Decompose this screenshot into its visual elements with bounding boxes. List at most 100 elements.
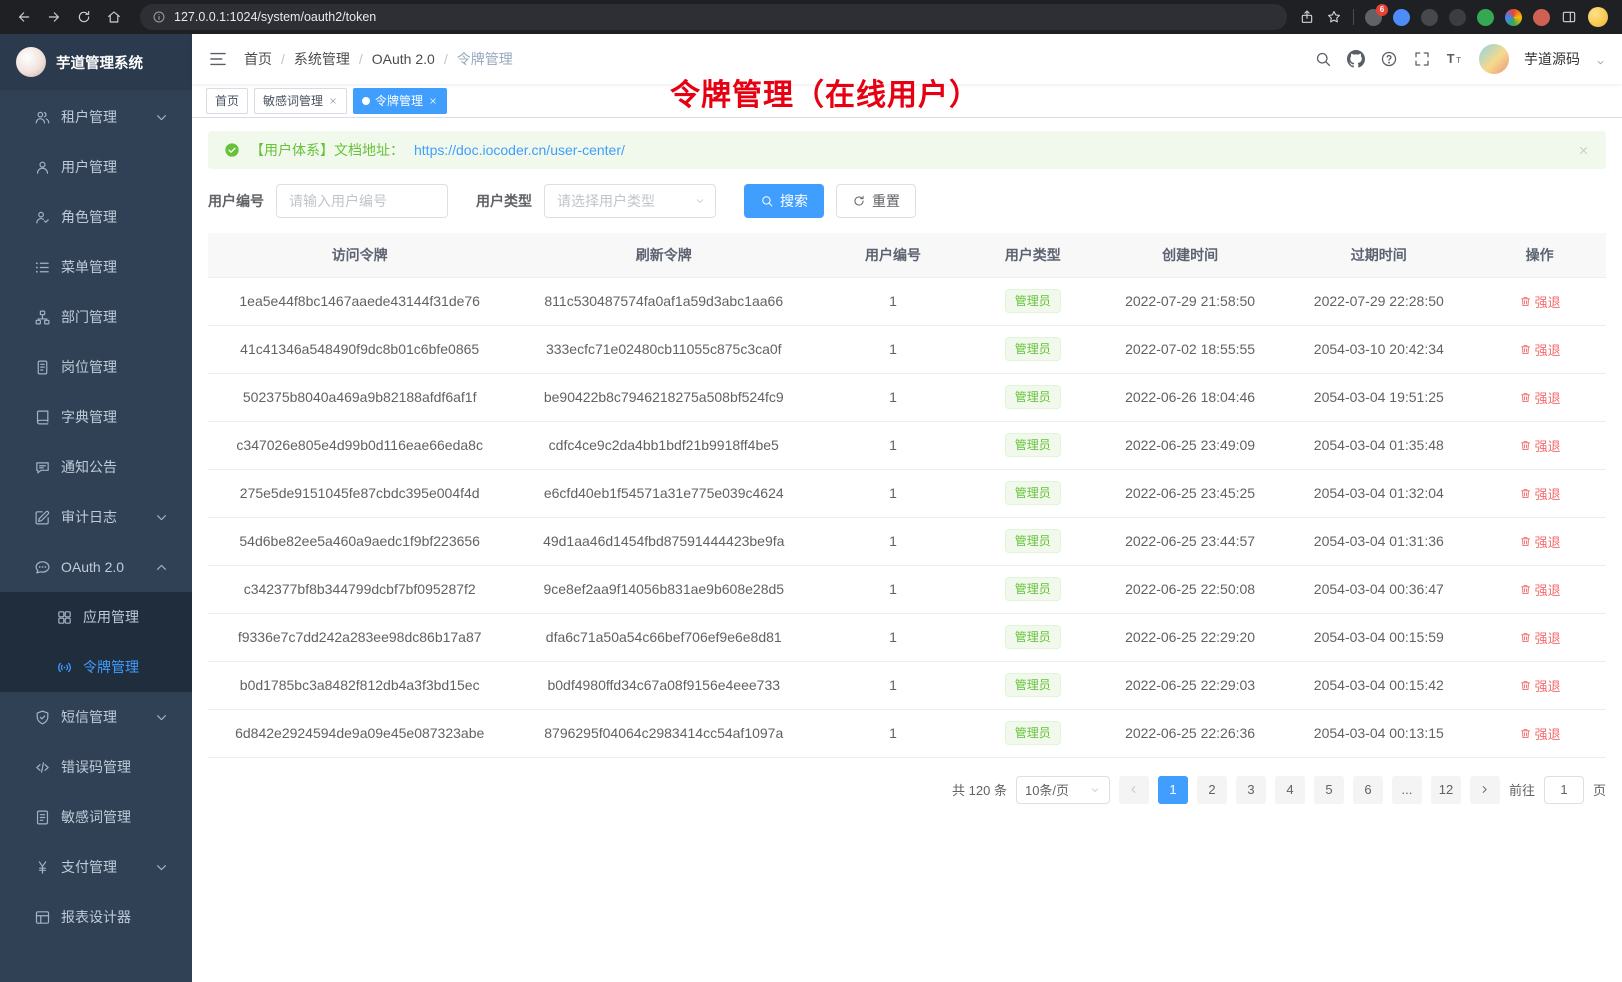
force-logout-button[interactable]: 强退 bbox=[1519, 628, 1561, 647]
fullscreen-icon[interactable] bbox=[1413, 50, 1431, 68]
breadcrumb-item[interactable]: 首页 bbox=[244, 49, 272, 69]
home-button[interactable] bbox=[100, 3, 128, 31]
sidebar-item-tenant[interactable]: 租户管理 bbox=[0, 92, 192, 142]
sidebar-item-report[interactable]: 报表设计器 bbox=[0, 892, 192, 942]
github-icon[interactable] bbox=[1347, 50, 1365, 68]
page-button-1[interactable]: 1 bbox=[1158, 776, 1188, 804]
extension-icon-colorful[interactable] bbox=[1505, 9, 1522, 26]
sidebar-item-role[interactable]: 角色管理 bbox=[0, 192, 192, 242]
jump-page-input[interactable] bbox=[1544, 776, 1584, 804]
force-logout-button[interactable]: 强退 bbox=[1519, 340, 1561, 359]
profile-avatar[interactable] bbox=[1588, 7, 1608, 27]
force-logout-button[interactable]: 强退 bbox=[1519, 580, 1561, 599]
sidebar-item-user[interactable]: 用户管理 bbox=[0, 142, 192, 192]
user-type-badge: 管理员 bbox=[1005, 673, 1061, 697]
split-view-icon[interactable] bbox=[1561, 9, 1577, 25]
reset-button[interactable]: 重置 bbox=[836, 184, 916, 218]
font-size-icon[interactable]: TT bbox=[1446, 50, 1464, 68]
user-id-cell: 1 bbox=[816, 661, 970, 709]
page-button-6[interactable]: 6 bbox=[1353, 776, 1383, 804]
username[interactable]: 芋道源码 bbox=[1524, 49, 1580, 69]
sidebar-item-menu[interactable]: 菜单管理 bbox=[0, 242, 192, 292]
refresh-token-cell: be90422b8c7946218275a508bf524fc9 bbox=[511, 373, 816, 421]
extension-icon-green[interactable] bbox=[1477, 9, 1494, 26]
sidebar-item-post[interactable]: 岗位管理 bbox=[0, 342, 192, 392]
back-button[interactable] bbox=[10, 3, 38, 31]
force-logout-button[interactable]: 强退 bbox=[1519, 292, 1561, 311]
next-page-button[interactable] bbox=[1470, 776, 1500, 804]
tab-close-icon[interactable] bbox=[328, 96, 338, 106]
refresh-token-cell: e6cfd40eb1f54571a31e775e039c4624 bbox=[511, 469, 816, 517]
user-id-input[interactable] bbox=[276, 184, 448, 218]
tab-label: 敏感词管理 bbox=[263, 92, 323, 109]
force-logout-button[interactable]: 强退 bbox=[1519, 532, 1561, 551]
extension-icon-badged[interactable]: 6 bbox=[1365, 9, 1382, 26]
page-button-2[interactable]: 2 bbox=[1197, 776, 1227, 804]
breadcrumb-item[interactable]: 系统管理 bbox=[294, 49, 350, 69]
chevron-down-icon[interactable] bbox=[1595, 57, 1606, 68]
extension-icon-dark-2[interactable] bbox=[1449, 9, 1466, 26]
force-logout-label: 强退 bbox=[1535, 340, 1561, 359]
prev-page-button[interactable] bbox=[1119, 776, 1149, 804]
share-icon[interactable] bbox=[1299, 9, 1315, 25]
site-info-icon[interactable] bbox=[152, 10, 166, 24]
page-button-4[interactable]: 4 bbox=[1275, 776, 1305, 804]
sidebar-item-audit-log[interactable]: 审计日志 bbox=[0, 492, 192, 542]
sidebar-item-sms[interactable]: 短信管理 bbox=[0, 692, 192, 742]
user-avatar[interactable] bbox=[1479, 44, 1509, 74]
tabs-bar: 首页敏感词管理 令牌管理 bbox=[192, 84, 1622, 118]
sidebar-item-dept[interactable]: 部门管理 bbox=[0, 292, 192, 342]
user-type-select[interactable]: 请选择用户类型 bbox=[544, 184, 716, 218]
doc-link[interactable]: https://doc.iocoder.cn/user-center/ bbox=[414, 142, 625, 158]
sidebar-item-sensitive-word[interactable]: 敏感词管理 bbox=[0, 792, 192, 842]
tab-close-icon[interactable] bbox=[428, 96, 438, 106]
forward-button[interactable] bbox=[40, 3, 68, 31]
force-logout-label: 强退 bbox=[1535, 580, 1561, 599]
app-logo[interactable]: 芋道管理系统 bbox=[0, 34, 192, 90]
sidebar-item-dict[interactable]: 字典管理 bbox=[0, 392, 192, 442]
sidebar-item-oauth2-token[interactable]: 令牌管理 bbox=[0, 642, 192, 692]
oauth-icon bbox=[34, 559, 51, 576]
force-logout-button[interactable]: 强退 bbox=[1519, 388, 1561, 407]
help-icon[interactable] bbox=[1380, 50, 1398, 68]
sidebar-item-label: 错误码管理 bbox=[61, 757, 131, 777]
sidebar-item-pay[interactable]: 支付管理 bbox=[0, 842, 192, 892]
tab-oauth2-token[interactable]: 令牌管理 bbox=[353, 88, 447, 114]
tab-home[interactable]: 首页 bbox=[206, 88, 248, 114]
browser-toolbar: 127.0.0.1:1024/system/oauth2/token 6 bbox=[0, 0, 1622, 34]
breadcrumb-item[interactable]: OAuth 2.0 bbox=[372, 51, 435, 67]
page-button-12[interactable]: 12 bbox=[1431, 776, 1461, 804]
extension-icon-red[interactable] bbox=[1533, 9, 1550, 26]
extension-icon-blue[interactable] bbox=[1393, 9, 1410, 26]
sidebar-toggle[interactable] bbox=[208, 49, 228, 69]
sidebar-item-notice[interactable]: 通知公告 bbox=[0, 442, 192, 492]
menu-icon bbox=[34, 259, 51, 276]
extension-icon-dark[interactable] bbox=[1421, 9, 1438, 26]
page-button-3[interactable]: 3 bbox=[1236, 776, 1266, 804]
user-type-badge: 管理员 bbox=[1005, 577, 1061, 601]
bookmark-icon[interactable] bbox=[1326, 9, 1342, 25]
sidebar-item-oauth2[interactable]: OAuth 2.0 bbox=[0, 542, 192, 592]
force-logout-button[interactable]: 强退 bbox=[1519, 436, 1561, 455]
sidebar-item-oauth2-app[interactable]: 应用管理 bbox=[0, 592, 192, 642]
sidebar-item-label: 短信管理 bbox=[61, 707, 117, 727]
tab-sensitive-word[interactable]: 敏感词管理 bbox=[254, 88, 347, 114]
page-size-value: 10条/页 bbox=[1025, 780, 1069, 799]
search-button[interactable]: 搜索 bbox=[744, 184, 824, 218]
page-size-select[interactable]: 10条/页 bbox=[1016, 776, 1110, 804]
user-type-cell: 管理员 bbox=[970, 565, 1096, 613]
alert-close-icon[interactable] bbox=[1577, 144, 1590, 157]
force-logout-button[interactable]: 强退 bbox=[1519, 724, 1561, 743]
page-more-button[interactable]: ... bbox=[1392, 776, 1422, 804]
force-logout-button[interactable]: 强退 bbox=[1519, 676, 1561, 695]
sidebar-item-error-code[interactable]: 错误码管理 bbox=[0, 742, 192, 792]
page-button-5[interactable]: 5 bbox=[1314, 776, 1344, 804]
user-type-label: 用户类型 bbox=[476, 191, 532, 211]
force-logout-button[interactable]: 强退 bbox=[1519, 484, 1561, 503]
reload-button[interactable] bbox=[70, 3, 98, 31]
access-token-cell: 41c41346a548490f9dc8b01c6bfe0865 bbox=[208, 325, 511, 373]
refresh-token-cell: dfa6c71a50a54c66bef706ef9e6e8d81 bbox=[511, 613, 816, 661]
sidebar-item-label: 支付管理 bbox=[61, 857, 117, 877]
address-bar[interactable]: 127.0.0.1:1024/system/oauth2/token bbox=[140, 4, 1287, 30]
search-icon[interactable] bbox=[1314, 50, 1332, 68]
